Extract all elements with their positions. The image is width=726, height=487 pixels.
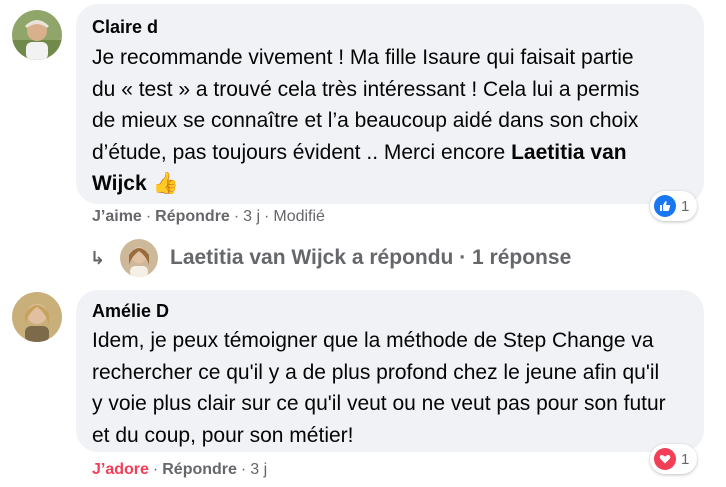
comment-text: Idem, je peux témoigner que la méthode d…: [92, 329, 666, 447]
reply-avatar: [120, 239, 158, 277]
reaction-count-label: 1: [681, 197, 690, 215]
timestamp[interactable]: 3 j: [250, 461, 267, 478]
thumbs-up-emoji-icon: 👍: [152, 172, 179, 195]
comment-actions: J’aime · Répondre · 3 j · Modifié: [92, 208, 325, 226]
reply-arrow-icon: ↳: [90, 247, 106, 268]
reaction-count[interactable]: 1: [650, 444, 698, 474]
avatar[interactable]: [12, 10, 62, 60]
comment-author[interactable]: Amélie D: [92, 301, 169, 322]
love-action[interactable]: J’adore: [92, 461, 149, 478]
edited-label: Modifié: [273, 208, 325, 225]
comment-author[interactable]: Claire d: [92, 17, 158, 38]
reply-action[interactable]: Répondre: [162, 461, 237, 478]
reaction-count[interactable]: 1: [650, 191, 698, 221]
timestamp[interactable]: 3 j: [243, 208, 260, 225]
view-replies-link[interactable]: ↳ Laetitia van Wijck a répondu · 1 répon…: [90, 238, 571, 278]
reaction-count-label: 1: [681, 450, 690, 468]
comment-text: Je recommande vivement ! Ma fille Isaure…: [92, 42, 652, 200]
reply-action[interactable]: Répondre: [155, 208, 230, 225]
separator: ·: [240, 461, 247, 478]
replies-summary[interactable]: Laetitia van Wijck a répondu · 1 réponse: [170, 246, 571, 270]
separator: ·: [264, 208, 270, 225]
separator: ·: [233, 208, 240, 225]
separator: ·: [145, 208, 152, 225]
comment-actions: J’adore · Répondre · 3 j: [92, 461, 267, 479]
avatar[interactable]: [12, 292, 62, 342]
like-icon: [654, 195, 676, 217]
separator: ·: [152, 461, 159, 478]
love-icon: [654, 448, 676, 470]
like-action[interactable]: J’aime: [92, 208, 142, 225]
